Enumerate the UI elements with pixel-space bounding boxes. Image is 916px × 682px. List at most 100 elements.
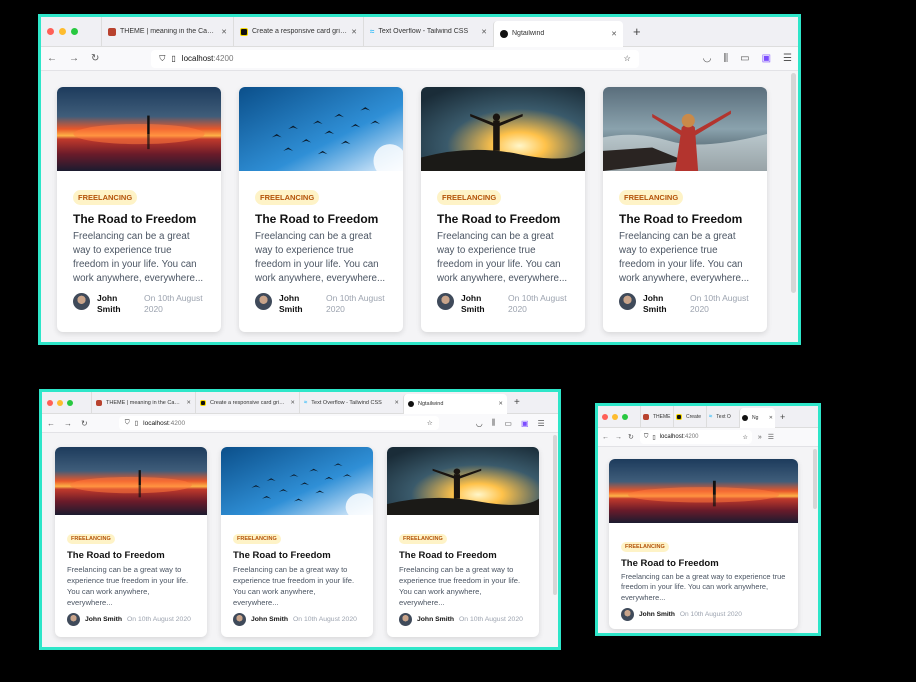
- close-icon[interactable]: ✕: [290, 400, 295, 406]
- tab-ngtailwind[interactable]: Ngtailwind ✕: [403, 393, 507, 414]
- tab-bar: THEME | meaning in the Cambri ✕ Create a…: [41, 17, 798, 47]
- tab-title: Ngtailwind: [418, 400, 444, 407]
- card[interactable]: Freelancing The Road to Freedom Freelancin…: [55, 447, 207, 637]
- card-title: The Road to Freedom: [67, 550, 165, 561]
- shield-icon[interactable]: ⛉: [125, 419, 130, 427]
- window-controls: [47, 28, 101, 35]
- close-icon[interactable]: ✕: [481, 28, 487, 36]
- card-body: Freelancing The Road to Freedom Freelancin…: [55, 515, 207, 637]
- card[interactable]: Freelancing The Road to Freedom Freelancin…: [239, 87, 403, 332]
- author-first-name: John: [461, 292, 482, 303]
- close-icon[interactable]: ✕: [498, 401, 503, 407]
- tab-cambridge[interactable]: THEME: [640, 406, 673, 428]
- pocket-icon[interactable]: ◡: [703, 53, 712, 64]
- bookmark-star-icon[interactable]: ☆: [742, 434, 747, 441]
- close-icon[interactable]: ✕: [611, 30, 617, 38]
- tailwind-icon: ≈: [370, 27, 375, 36]
- author-name: John Smith: [461, 293, 501, 316]
- card-body: Freelancing The Road to Freedom Freelancin…: [57, 171, 221, 332]
- card-image: [221, 447, 373, 515]
- new-tab-button[interactable]: +: [623, 24, 651, 39]
- card[interactable]: Freelancing The Road to Freedom Freelancin…: [603, 87, 767, 332]
- close-window-icon[interactable]: [602, 413, 608, 420]
- back-arrow-icon[interactable]: ←: [47, 53, 57, 64]
- tab-title: Text Overflow - Tailwind CSS: [378, 28, 469, 35]
- minimize-window-icon[interactable]: [59, 28, 66, 35]
- shield-icon[interactable]: ⛉: [159, 54, 165, 64]
- menu-icon[interactable]: ☰: [783, 53, 792, 64]
- extension-icon[interactable]: ▣: [762, 53, 771, 64]
- back-arrow-icon[interactable]: ←: [47, 419, 55, 428]
- tab-ngtailwind[interactable]: Ng ✕: [739, 407, 775, 428]
- forward-arrow-icon[interactable]: →: [615, 434, 622, 441]
- sidebar-icon[interactable]: ▭: [740, 53, 749, 64]
- new-tab-button[interactable]: +: [775, 412, 790, 422]
- avatar: [437, 292, 454, 310]
- card[interactable]: Freelancing The Road to Freedom Freelancin…: [609, 459, 798, 629]
- close-icon[interactable]: ✕: [769, 415, 773, 421]
- tab-cambridge[interactable]: THEME | meaning in the Cambri ✕: [101, 17, 233, 47]
- library-icon[interactable]: ⫼: [724, 53, 729, 64]
- scrollbar[interactable]: [553, 435, 557, 595]
- page-content: Freelancing The Road to Freedom Freelancin…: [598, 447, 818, 633]
- url-bar[interactable]: ⛉ ▯ localhost:4200 ☆: [151, 49, 639, 68]
- library-icon[interactable]: ⫼: [492, 418, 496, 428]
- reload-icon[interactable]: ↻: [628, 433, 634, 441]
- overflow-chevron-icon[interactable]: »: [758, 434, 762, 441]
- tab-cambridge[interactable]: THEME | meaning in the Cambri ✕: [91, 392, 195, 414]
- card[interactable]: Freelancing The Road to Freedom Freelancin…: [57, 87, 221, 332]
- minimize-window-icon[interactable]: [57, 399, 63, 406]
- forward-arrow-icon[interactable]: →: [64, 419, 72, 428]
- close-icon[interactable]: ✕: [394, 400, 399, 406]
- scrollbar[interactable]: [791, 73, 796, 293]
- tab-text-overflow[interactable]: ≈ Text Overflow - Tailwind CSS ✕: [363, 17, 493, 47]
- menu-icon[interactable]: ☰: [768, 433, 774, 441]
- extension-icon[interactable]: ▣: [521, 419, 529, 428]
- nav-bar: ← → ↻ ⛉ ▯ localhost:4200 ☆ ◡ ⫼ ▭ ▣ ☰: [41, 47, 798, 71]
- avatar: [399, 612, 412, 626]
- card-title: The Road to Freedom: [621, 558, 719, 569]
- card[interactable]: Freelancing The Road to Freedom Freelancin…: [421, 87, 585, 332]
- pocket-icon[interactable]: ◡: [476, 419, 483, 428]
- maximize-window-icon[interactable]: [67, 399, 73, 406]
- menu-icon[interactable]: ☰: [538, 419, 545, 428]
- publish-date-line1: On 10th August: [508, 292, 567, 303]
- card[interactable]: Freelancing The Road to Freedom Freelancin…: [387, 447, 539, 637]
- tab-ngtailwind[interactable]: Ngtailwind ✕: [493, 20, 623, 47]
- bookmark-star-icon[interactable]: ☆: [624, 54, 631, 63]
- close-icon[interactable]: ✕: [221, 28, 227, 36]
- tab-card-grid[interactable]: Create a responsive card grid w ✕: [195, 392, 299, 414]
- close-icon[interactable]: ✕: [186, 400, 191, 406]
- close-icon[interactable]: ✕: [351, 28, 357, 36]
- close-window-icon[interactable]: [47, 28, 54, 35]
- maximize-window-icon[interactable]: [71, 28, 78, 35]
- author-last-name: Smith: [97, 304, 121, 314]
- tab-card-grid[interactable]: Create a responsive card grid w ✕: [233, 17, 363, 47]
- page-icon: ▯: [134, 420, 139, 427]
- url-bar[interactable]: ⛉ ▯ localhost:4200 ☆: [639, 430, 752, 444]
- shield-icon[interactable]: ⛉: [644, 434, 649, 441]
- scrollbar[interactable]: [813, 449, 817, 509]
- back-arrow-icon[interactable]: ←: [602, 434, 609, 441]
- new-tab-button[interactable]: +: [507, 397, 527, 408]
- reload-icon[interactable]: ↻: [91, 53, 99, 64]
- forward-arrow-icon[interactable]: →: [69, 53, 79, 64]
- tab-title: Ngtailwind: [512, 30, 545, 37]
- tab-card-grid[interactable]: Create: [673, 406, 706, 428]
- category-badge: Freelancing: [619, 190, 684, 205]
- tailwind-icon: ≈: [304, 399, 308, 406]
- maximize-window-icon[interactable]: [622, 413, 628, 420]
- close-window-icon[interactable]: [47, 399, 53, 406]
- card-description: Freelancing can be a great way to experi…: [73, 230, 204, 284]
- publish-date: On 10th August 2020: [144, 293, 203, 316]
- bookmark-star-icon[interactable]: ☆: [427, 419, 433, 427]
- window-controls: [47, 399, 91, 406]
- tab-text-overflow[interactable]: ≈ Text Overflow - Tailwind CSS ✕: [299, 392, 403, 414]
- url-bar[interactable]: ⛉ ▯ localhost:4200 ☆: [118, 416, 439, 430]
- tab-text-overflow[interactable]: ≈ Text O: [706, 406, 739, 428]
- sidebar-icon[interactable]: ▭: [504, 419, 512, 428]
- minimize-window-icon[interactable]: [612, 413, 618, 420]
- reload-icon[interactable]: ↻: [81, 419, 88, 428]
- card-title: The Road to Freedom: [399, 550, 497, 561]
- card[interactable]: Freelancing The Road to Freedom Freelancin…: [221, 447, 373, 637]
